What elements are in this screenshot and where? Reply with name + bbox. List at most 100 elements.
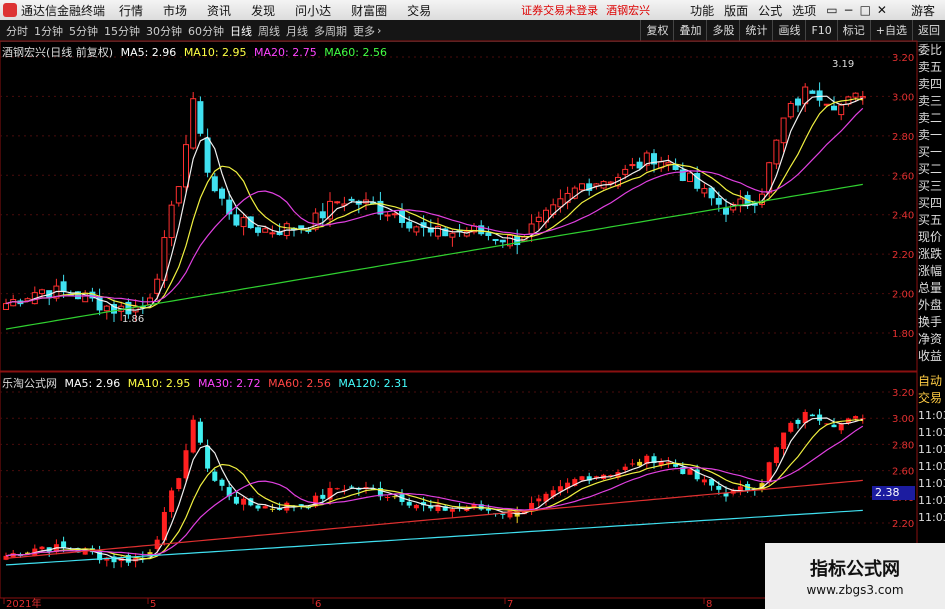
main-candle-body (701, 188, 708, 194)
main-candle-body (492, 238, 499, 241)
sub-candle-body (773, 447, 779, 464)
side-sell4[interactable]: 卖四 (918, 76, 945, 93)
side-change-pct[interactable]: 涨幅 (918, 263, 945, 280)
side-buy5[interactable]: 买五 (918, 212, 945, 229)
main-candle-body (859, 95, 866, 99)
sub-candle-body (169, 490, 175, 512)
side-change[interactable]: 涨跌 (918, 246, 945, 263)
side-trade[interactable]: 交易 (918, 390, 945, 407)
main-candle-body (233, 214, 240, 226)
main-candle-body (204, 137, 211, 173)
main-candle-body (219, 188, 225, 199)
sub-ma120: MA120: 2.31 (338, 377, 409, 390)
sub-candle-body (716, 486, 722, 490)
sub-panel-title: 乐淘公式网 (2, 377, 57, 390)
main-ma60-line (5, 183, 863, 330)
main-panel-header: 酒钢宏兴(日线 前复权) MA5: 2.96 MA10: 2.95 MA20: … (2, 44, 391, 60)
main-ma10-line (5, 98, 863, 309)
side-eps[interactable]: 收益 (918, 348, 945, 365)
side-price[interactable]: 现价 (918, 229, 945, 246)
sub-candle-body (536, 498, 542, 502)
side-buy2[interactable]: 买二 (918, 161, 945, 178)
sub-candle-body (781, 432, 787, 449)
side-buy4[interactable]: 买四 (918, 195, 945, 212)
main-candle-body (665, 162, 672, 165)
main-ma20: MA20: 2.75 (254, 46, 317, 59)
main-candle-body (787, 102, 794, 118)
main-candle-body (319, 211, 326, 219)
main-candle-body (816, 90, 823, 101)
main-candle-body (103, 305, 110, 312)
sub-candle-body (385, 496, 391, 498)
main-candle-body (780, 117, 787, 144)
main-candle-body (240, 217, 247, 228)
sub-candle-body (183, 450, 189, 479)
side-time: 11:03 (918, 494, 945, 507)
low-price-label: 1.86 (122, 314, 144, 325)
side-time: 11:03 (918, 409, 945, 422)
side-sell5[interactable]: 卖五 (918, 59, 945, 76)
main-candle-body (773, 139, 780, 165)
sub-candle-body (701, 479, 707, 483)
main-y-tick-label: 2.20 (892, 250, 914, 261)
sub-candle-body (212, 471, 218, 481)
sub-candle-body (262, 506, 268, 509)
side-buy1[interactable]: 买一 (918, 144, 945, 161)
sub-candle-body (392, 496, 398, 498)
x-axis-label: 6 (315, 599, 321, 609)
main-candle-body (622, 168, 629, 175)
sub-candle-body (349, 486, 355, 488)
main-candle-body (809, 90, 816, 94)
main-candle-body (60, 281, 67, 293)
main-y-tick-label: 3.00 (892, 92, 914, 103)
sub-candle-body (529, 502, 535, 510)
sub-candle-body (687, 469, 693, 475)
sub-ma10: MA10: 2.95 (127, 377, 191, 390)
sub-candle-body (176, 478, 182, 489)
main-candle-body (255, 227, 261, 233)
side-weibi[interactable]: 委比 (918, 42, 945, 59)
main-candle-body (838, 104, 845, 116)
watermark-title: 指标公式网 (810, 559, 900, 580)
side-time: 11:03 (918, 511, 945, 524)
main-candle-body (154, 278, 161, 294)
side-sell3[interactable]: 卖三 (918, 93, 945, 110)
main-candle-body (391, 213, 398, 216)
main-candle-body (715, 197, 722, 205)
main-candle-body (831, 105, 837, 111)
side-turnover[interactable]: 换手 (918, 314, 945, 331)
sub-ma120-line (5, 509, 863, 566)
main-ma60: MA60: 2.56 (324, 46, 387, 59)
side-sell2[interactable]: 卖二 (918, 110, 945, 127)
side-outer[interactable]: 外盘 (918, 297, 945, 314)
sub-candle-body (197, 421, 203, 443)
sub-y-tick-label: 2.80 (892, 440, 914, 451)
sub-candle-body (860, 418, 866, 420)
sub-ma60-line (5, 479, 863, 559)
sub-ma60: MA60: 2.56 (268, 377, 331, 390)
main-ma5-line (5, 95, 864, 311)
main-candle-body (190, 98, 197, 149)
main-candle-body (183, 144, 189, 188)
sub-y-tick-label: 2.60 (892, 467, 914, 478)
sub-ma30: MA30: 2.72 (197, 377, 261, 390)
sub-candle-body (190, 419, 196, 453)
sub-candle-body (809, 414, 815, 417)
side-auto[interactable]: 自动 (918, 373, 945, 390)
high-price-label: 3.19 (832, 59, 854, 70)
kline-chart[interactable]: 3.20 3.00 2.80 2.60 2.40 2.20 2.00 1.80 3.20 3.00… (0, 0, 945, 609)
main-candle-body (211, 176, 218, 192)
main-candle-body (449, 232, 456, 238)
side-time: 11:03 (918, 477, 945, 490)
side-netasset[interactable]: 净资 (918, 331, 945, 348)
side-buy3[interactable]: 买三 (918, 178, 945, 195)
main-candle-body (406, 221, 413, 229)
sub-candle-body (241, 498, 247, 505)
main-candle-body (197, 101, 204, 134)
side-sell1[interactable]: 卖一 (918, 127, 945, 144)
sub-candle-body (629, 463, 635, 465)
side-volume[interactable]: 总量 (918, 280, 945, 297)
main-candle-body (687, 172, 693, 182)
current-price-badge: 2.38 (872, 486, 915, 500)
main-candle-body (384, 214, 391, 217)
